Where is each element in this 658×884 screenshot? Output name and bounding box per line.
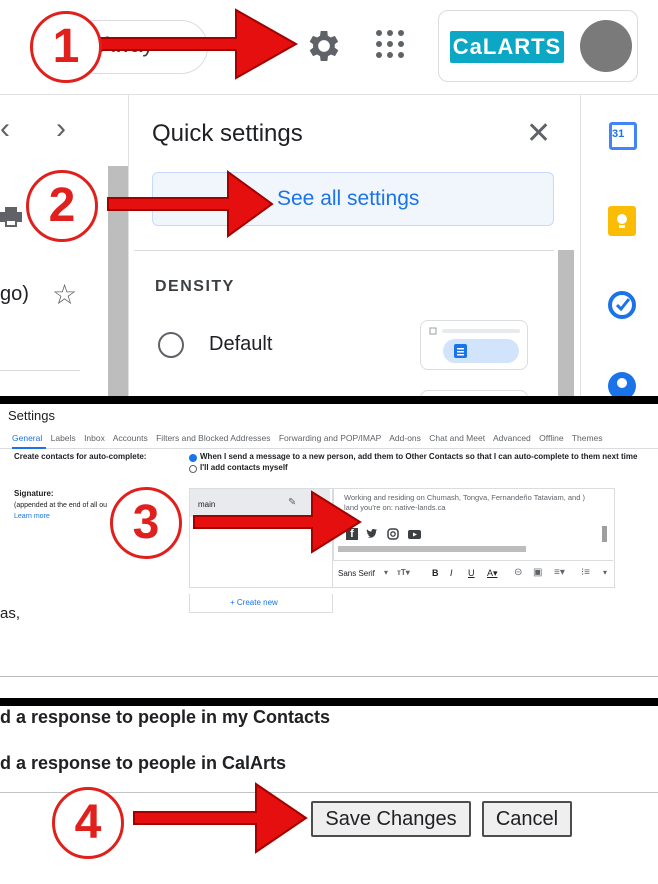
arrow-to-signature-editor: [193, 490, 362, 554]
instruction-arrows: [99, 8, 362, 854]
step-4-badge: 4: [52, 787, 124, 859]
step-1-badge: 1: [30, 11, 102, 83]
arrow-to-gear: [99, 8, 299, 80]
step-2-badge: 2: [26, 170, 98, 242]
arrow-to-save-changes: [133, 782, 308, 854]
arrow-to-see-all-settings: [107, 170, 274, 238]
step-3-badge: 3: [110, 487, 182, 559]
